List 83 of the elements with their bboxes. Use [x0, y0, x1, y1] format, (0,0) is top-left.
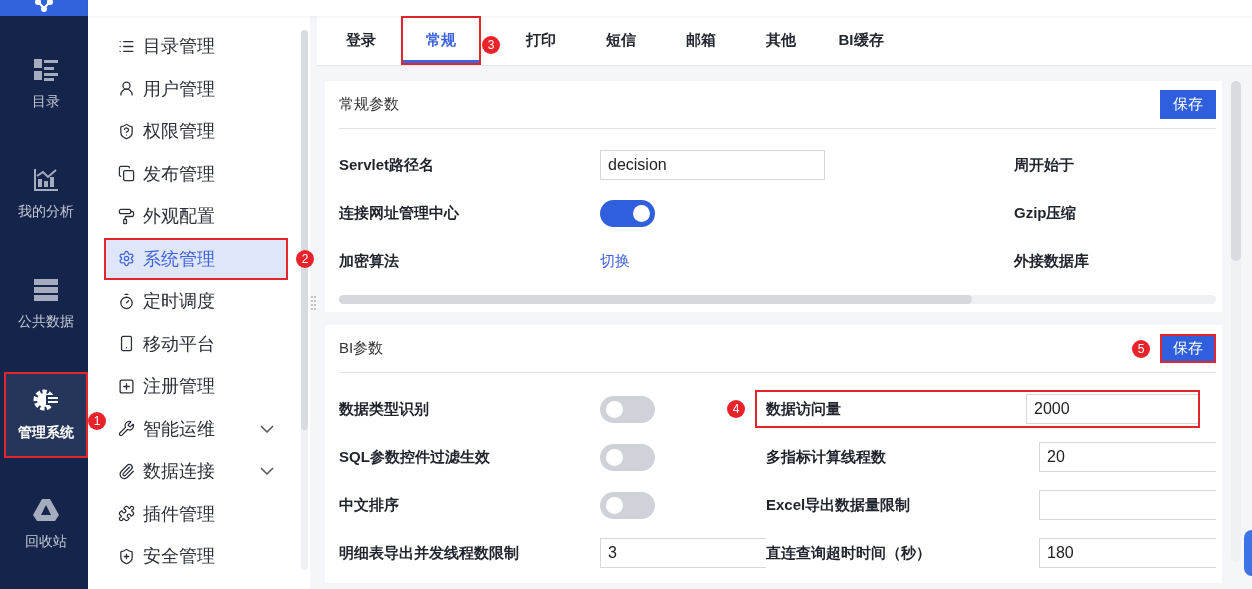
panel-title: 常规参数 — [339, 95, 399, 114]
field-label: 明细表导出并发线程数限制 — [339, 543, 520, 563]
tab[interactable]: 其他 — [741, 16, 821, 65]
field-label: Excel导出数据量限制 — [766, 495, 912, 515]
text-field[interactable]: 20 — [1039, 442, 1216, 472]
field-label: Gzip压缩 — [1014, 203, 1078, 223]
switch-link[interactable]: 切换 — [600, 251, 630, 269]
callout-badge: 5 — [1132, 340, 1150, 358]
puzzle-icon — [118, 505, 135, 523]
shield-icon — [118, 122, 135, 140]
paperclip-icon — [118, 462, 135, 480]
stack-icon — [34, 279, 58, 301]
toggle-switch[interactable] — [600, 395, 655, 423]
field-label: 周开始于 — [1014, 155, 1075, 175]
callout-badge: 2 — [296, 249, 314, 268]
user-icon — [118, 80, 135, 98]
text-field[interactable]: decision — [600, 150, 825, 180]
text-field[interactable] — [1039, 490, 1216, 520]
menu-item[interactable]: 注册管理 — [104, 365, 288, 408]
logo-icon — [0, 0, 88, 16]
nav-item[interactable]: 公共数据 — [4, 262, 88, 348]
menu-item[interactable]: 数据连接 — [104, 450, 288, 493]
phone-icon — [118, 335, 135, 353]
text-field[interactable]: 2000 — [1026, 394, 1198, 424]
field-label: SQL参数控件过滤生效 — [339, 447, 491, 467]
paint-roller-icon — [118, 207, 135, 225]
scrollbar-thumb[interactable] — [1231, 81, 1241, 261]
save-button[interactable]: 保存 — [1160, 90, 1216, 119]
field-label: 多指标计算线程数 — [766, 447, 887, 467]
tab[interactable]: 登录 — [321, 16, 401, 65]
wrench-icon — [118, 420, 135, 438]
menu-item[interactable]: 用户管理 — [104, 67, 288, 110]
callout-badge: 4 — [727, 400, 745, 418]
nav-item[interactable]: 目录 — [4, 42, 88, 128]
toggle-switch[interactable] — [600, 491, 655, 519]
plus-square-icon — [118, 377, 135, 395]
menu-item[interactable]: 定时调度 — [104, 280, 288, 323]
toggle-switch[interactable] — [600, 443, 655, 471]
save-button[interactable]: 保存 — [1160, 334, 1216, 363]
list-icon — [34, 59, 58, 81]
text-field[interactable]: 3 — [600, 538, 766, 568]
field-label: 加密算法 — [339, 251, 400, 271]
copy-icon — [118, 165, 135, 183]
menu-item[interactable]: 插件管理 — [104, 492, 288, 535]
tab[interactable]: 打印 — [501, 16, 581, 65]
menu-item[interactable]: 系统管理 — [104, 237, 288, 280]
menu-item[interactable]: 权限管理 — [104, 110, 288, 153]
field-label: Servlet路径名 — [339, 155, 436, 175]
tab[interactable]: 邮箱 — [661, 16, 741, 65]
nav-item[interactable]: 我的分析 — [4, 152, 88, 238]
chevron-icon — [260, 467, 274, 476]
tab[interactable]: 常规 — [401, 16, 481, 65]
field-label: 中文排序 — [339, 495, 400, 515]
menu-item[interactable]: 智能运维 — [104, 407, 288, 450]
field-label: 数据访问量 — [766, 399, 842, 419]
field-label: 外接数据库 — [1014, 251, 1090, 271]
chart-icon — [34, 169, 58, 191]
menu-item[interactable]: 目录管理 — [104, 25, 288, 68]
tab[interactable]: BI缓存 — [821, 16, 901, 65]
field-label: 数据类型识别 — [339, 399, 430, 419]
menu-item[interactable]: 发布管理 — [104, 152, 288, 195]
timer-icon — [118, 292, 135, 310]
chevron-icon — [260, 424, 274, 433]
nav-item[interactable]: 回收站 — [4, 482, 88, 568]
text-field[interactable]: 180 — [1039, 538, 1216, 568]
drag-handle-icon[interactable] — [311, 295, 316, 310]
scrollbar-thumb[interactable] — [339, 295, 972, 304]
panel-title: BI参数 — [339, 339, 384, 358]
menu-item[interactable]: 安全管理 — [104, 535, 288, 578]
menu-item[interactable]: 移动平台 — [104, 322, 288, 365]
callout-badge: 3 — [482, 36, 500, 54]
shield-plus-icon — [118, 547, 135, 565]
scrollbar-thumb[interactable] — [301, 30, 308, 430]
menu-item[interactable]: 外观配置 — [104, 195, 288, 238]
nav-item[interactable]: 管理系统 — [4, 372, 88, 458]
field-label: 直连查询超时时间（秒） — [766, 543, 932, 563]
tab[interactable]: 短信 — [581, 16, 661, 65]
settings-icon — [118, 250, 135, 268]
side-button[interactable] — [1244, 530, 1252, 576]
toggle-switch[interactable] — [600, 199, 655, 227]
gear-icon — [33, 388, 59, 412]
field-label: 连接网址管理中心 — [339, 203, 460, 223]
triangle-icon — [33, 499, 59, 521]
